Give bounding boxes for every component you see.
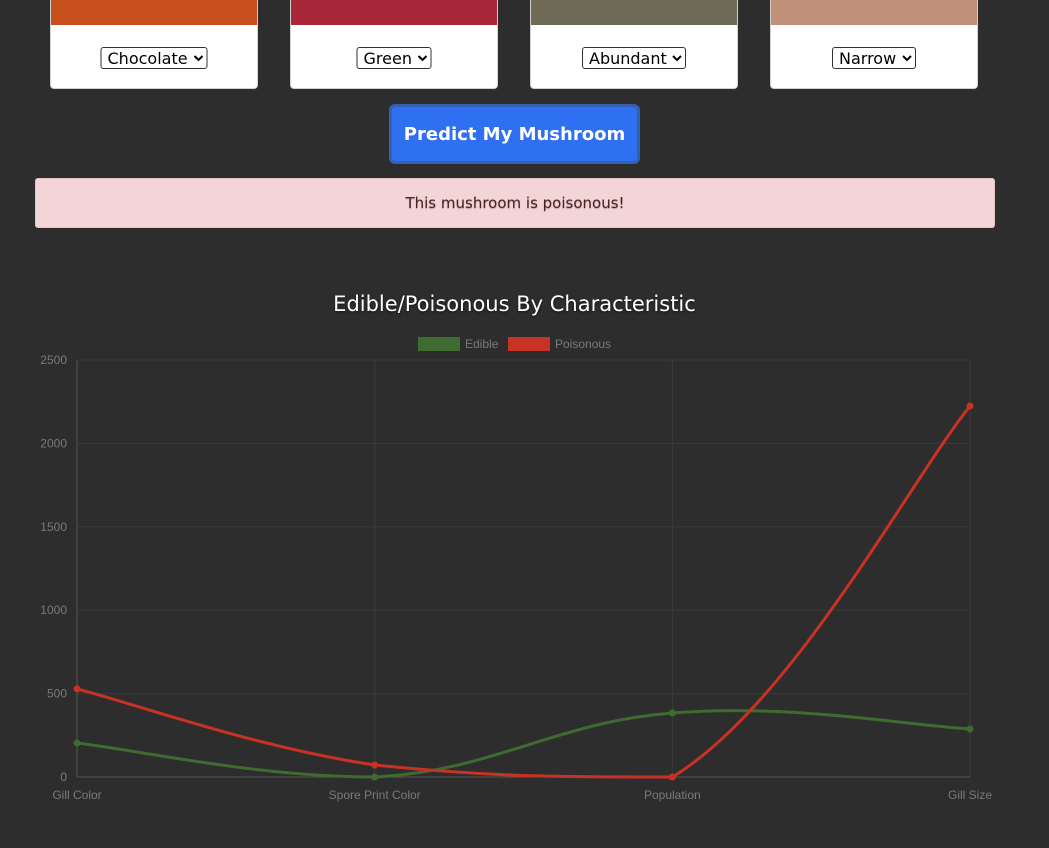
spore-print-color-card: Green [290, 0, 498, 89]
y-tick-label: 0 [60, 770, 67, 784]
gill-size-select[interactable]: Narrow [832, 47, 916, 69]
result-alert: This mushroom is poisonous! [35, 178, 995, 228]
gill-size-card: Narrow [770, 0, 978, 89]
x-tick-label: Spore Print Color [329, 788, 421, 802]
data-point-edible [966, 725, 974, 733]
data-point-edible [668, 709, 676, 717]
legend-swatch-edible [418, 337, 460, 351]
series-line-poisonous [76, 405, 972, 779]
feature-cards: Chocolate Green Abundant Narrow [0, 0, 1049, 90]
y-tick-label: 2000 [40, 436, 67, 450]
predict-button[interactable]: Predict My Mushroom [389, 104, 640, 164]
y-tick-label: 500 [47, 687, 67, 701]
data-point-poisonous [371, 761, 379, 769]
result-message: This mushroom is poisonous! [405, 194, 625, 212]
gill-color-image [51, 0, 257, 25]
gill-color-select[interactable]: Chocolate [100, 47, 208, 69]
x-tick-label: Population [644, 788, 701, 802]
gill-size-image [771, 0, 977, 25]
series-line-edible [76, 709, 971, 779]
y-tick-label: 2500 [40, 353, 67, 367]
x-tick-label: Gill Color [52, 788, 101, 802]
data-point-poisonous [73, 685, 81, 693]
data-point-edible [73, 739, 81, 747]
population-image [531, 0, 737, 25]
data-point-poisonous [966, 402, 974, 410]
data-point-edible [371, 773, 379, 781]
y-tick-label: 1500 [40, 520, 67, 534]
legend-swatch-poisonous [508, 337, 550, 351]
population-card: Abundant [530, 0, 738, 89]
population-select[interactable]: Abundant [582, 47, 686, 69]
gill-color-card: Chocolate [50, 0, 258, 89]
legend-label-edible: Edible [465, 337, 499, 351]
spore-print-color-image [291, 0, 497, 25]
legend-label-poisonous: Poisonous [555, 337, 611, 351]
spore-print-color-select[interactable]: Green [356, 47, 432, 69]
line-chart: 0 500 1000 1500 2000 2500 Gill Color Spore Prin… [40, 337, 992, 802]
y-tick-label: 1000 [40, 603, 67, 617]
data-point-poisonous [668, 773, 676, 781]
chart-title: Edible/Poisonous By Characteristic [333, 292, 696, 316]
x-tick-label: Gill Size [948, 788, 992, 802]
